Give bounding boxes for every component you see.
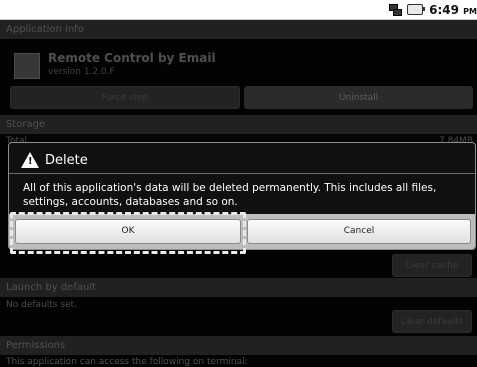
dialog-title: Delete [45, 152, 88, 168]
ok-button-highlight [10, 212, 246, 254]
status-bar: 6:49 PM [0, 0, 477, 20]
clock-time: 6:49 [429, 2, 459, 17]
dialog-divider [9, 173, 475, 174]
status-clock: 6:49 PM [429, 3, 477, 17]
status-icons: 6:49 PM [389, 0, 477, 19]
dialog-message: All of this application's data will be d… [23, 182, 437, 208]
dialog-title-bar: ! Delete [21, 151, 88, 169]
warning-icon: ! [21, 152, 39, 168]
battery-icon [407, 4, 426, 15]
cancel-button[interactable]: Cancel [247, 219, 471, 244]
clock-ampm: PM [463, 6, 477, 16]
network-icon [389, 4, 403, 16]
